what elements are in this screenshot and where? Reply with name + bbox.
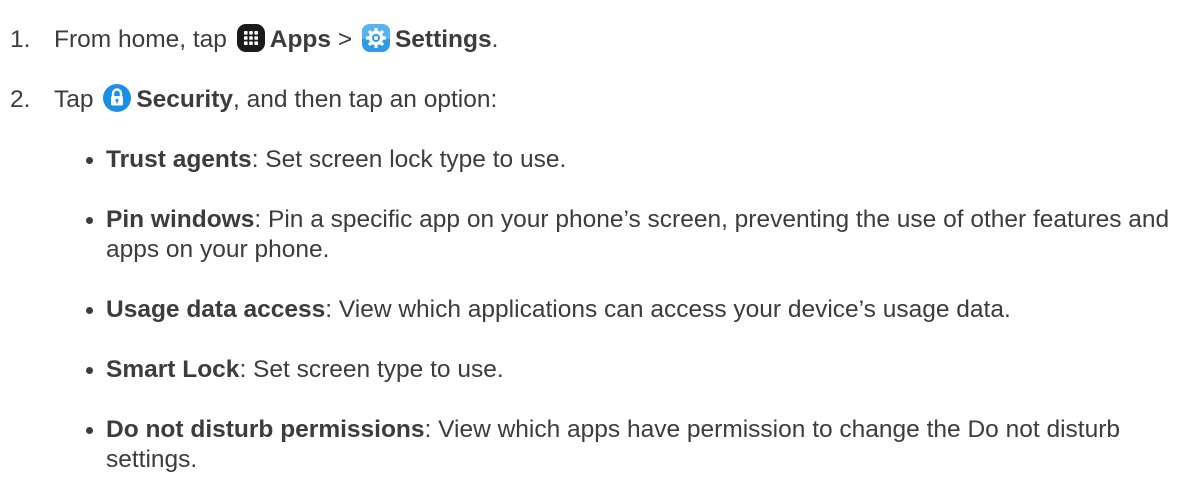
option-text: Trust agents: Set screen lock type to us… bbox=[106, 145, 1176, 175]
option-description: : Set screen type to use. bbox=[239, 356, 504, 383]
bullet-icon bbox=[86, 367, 93, 374]
step-suffix: , and then tap an option: bbox=[233, 86, 498, 113]
settings-gear-icon bbox=[361, 23, 391, 53]
option-description: : Pin a specific app on your phone’s scr… bbox=[106, 206, 1170, 263]
option-term: Usage data access bbox=[106, 296, 326, 323]
step-suffix: . bbox=[491, 26, 499, 53]
option-description: : View which applications can access you… bbox=[325, 296, 1011, 323]
bullet-icon bbox=[86, 307, 93, 314]
step-text: Tap Security, and then tap an option: bbox=[54, 80, 497, 120]
step-number: 2. bbox=[10, 86, 31, 113]
bullet-icon bbox=[86, 427, 93, 434]
step-prefix: Tap bbox=[54, 86, 94, 113]
security-label: Security bbox=[136, 86, 234, 113]
option-description: : Set screen lock type to use. bbox=[251, 146, 567, 173]
option-term: Trust agents bbox=[106, 146, 252, 173]
apps-grid-icon bbox=[236, 23, 266, 53]
option-term: Smart Lock bbox=[106, 356, 240, 383]
option-term: Do not disturb permissions bbox=[106, 416, 425, 443]
instruction-document: 1. From home, tap Apps > Settings. 2. Ta… bbox=[0, 0, 1192, 493]
option-text: Usage data access: View which applicatio… bbox=[106, 295, 1176, 325]
step-prefix: From home, tap bbox=[54, 26, 227, 53]
option-text: Pin windows: Pin a specific app on your … bbox=[106, 205, 1176, 265]
step-number: 1. bbox=[10, 26, 31, 53]
option-text: Do not disturb permissions: View which a… bbox=[106, 415, 1176, 475]
option-text: Smart Lock: Set screen type to use. bbox=[106, 355, 1176, 385]
lock-icon bbox=[102, 83, 132, 113]
bullet-icon bbox=[86, 157, 93, 164]
apps-label: Apps bbox=[269, 26, 331, 53]
bullet-icon bbox=[86, 217, 93, 224]
settings-label: Settings bbox=[394, 26, 492, 53]
step-text: From home, tap Apps > Settings. bbox=[54, 20, 498, 60]
separator: > bbox=[337, 26, 353, 53]
option-term: Pin windows bbox=[106, 206, 255, 233]
